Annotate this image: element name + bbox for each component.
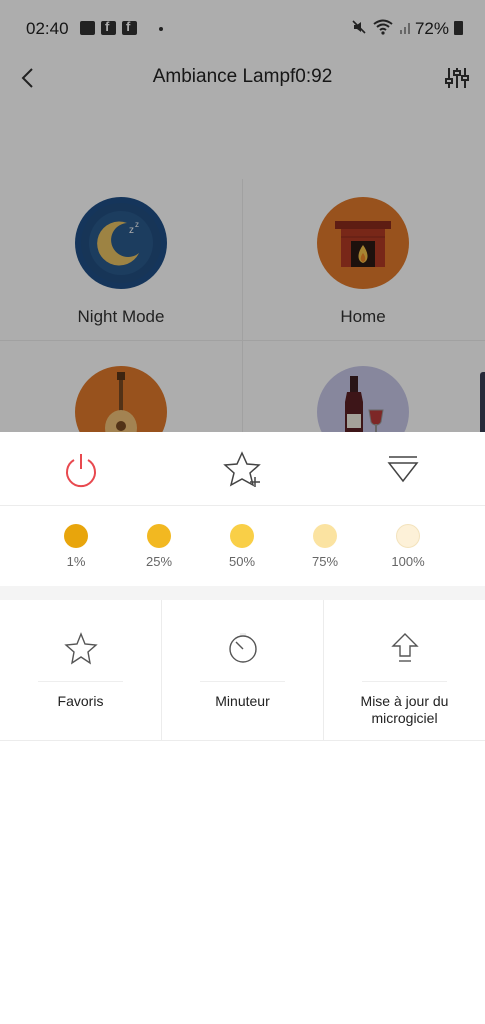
triangle-down-icon[interactable] [383, 450, 423, 490]
brightness-dot [313, 524, 337, 548]
star-plus-icon[interactable] [222, 450, 262, 490]
star-icon [63, 632, 98, 665]
menu-label: Favoris [57, 693, 104, 709]
upload-arrow-icon [390, 633, 419, 662]
separator [38, 681, 123, 682]
menu-favorites[interactable]: Favoris [0, 600, 161, 740]
brightness-dot [230, 524, 254, 548]
brightness-75[interactable]: 75% [295, 524, 355, 569]
brightness-25[interactable]: 25% [129, 524, 189, 569]
menu-firmware-update[interactable]: Mise à jour du microgiciel [324, 600, 485, 740]
menu-timer[interactable]: Minuteur [162, 600, 323, 740]
feature-menu: Favoris Minuteur Mise à jour du microgic… [0, 600, 485, 741]
control-bar [0, 432, 485, 506]
separator [362, 681, 447, 682]
brightness-1[interactable]: 1% [46, 524, 106, 569]
brightness-dot [396, 524, 420, 548]
timer-icon [228, 633, 257, 663]
brightness-presets: 1% 25% 50% 75% 100% [0, 506, 485, 586]
power-icon[interactable] [61, 450, 101, 490]
separator [200, 681, 285, 682]
brightness-dot [64, 524, 88, 548]
control-sheet: 1% 25% 50% 75% 100% Favoris Minuteur Mis… [0, 432, 485, 1024]
brightness-50[interactable]: 50% [212, 524, 272, 569]
menu-label: Mise à jour du microgiciel [360, 693, 449, 726]
section-divider [0, 586, 485, 600]
brightness-dot [147, 524, 171, 548]
modal-overlay[interactable] [0, 0, 485, 432]
menu-label: Minuteur [215, 693, 270, 709]
brightness-100[interactable]: 100% [378, 524, 438, 569]
